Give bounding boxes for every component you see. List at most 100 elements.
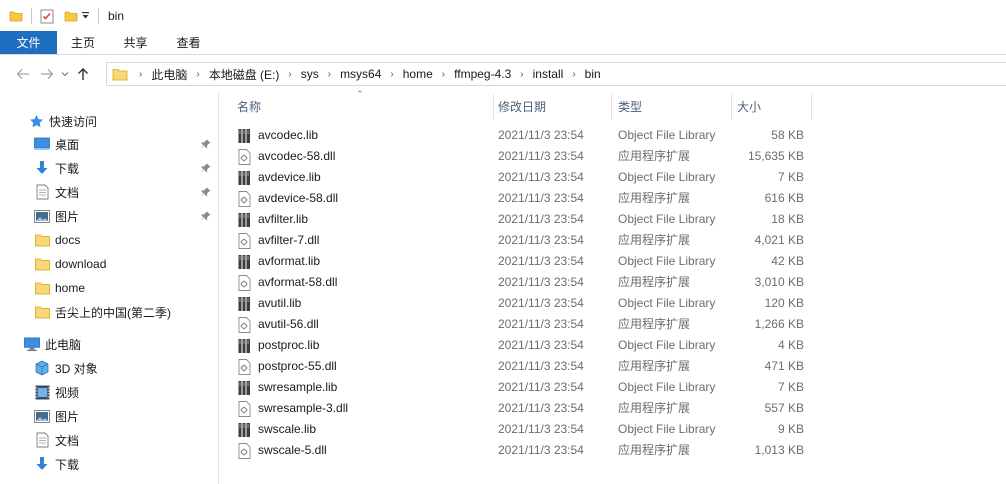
file-name-cell[interactable]: avutil-56.dll xyxy=(238,314,319,335)
file-name-cell[interactable]: avformat-58.dll xyxy=(238,272,337,293)
breadcrumb-ffmpeg[interactable]: ffmpeg-4.3 xyxy=(454,67,511,81)
file-row[interactable]: swscale-5.dll 2021/11/3 23:54 应用程序扩展 1,013 … xyxy=(222,440,1006,461)
address-bar[interactable]: › 此电脑 › 本地磁盘 (E:) › sys › msys64 › home › ffm… xyxy=(106,62,1006,86)
file-name-cell[interactable]: avcodec.lib xyxy=(238,125,318,146)
chevron-right-icon[interactable]: › xyxy=(196,69,199,80)
chevron-right-icon[interactable]: › xyxy=(139,69,142,80)
file-name-cell[interactable]: avformat.lib xyxy=(238,251,320,272)
sidebar-item-downloads[interactable]: 下载 xyxy=(34,157,79,179)
pin-icon[interactable] xyxy=(200,138,212,150)
sidebar-item-documents-pc[interactable]: 文档 xyxy=(34,429,79,451)
column-divider[interactable] xyxy=(811,94,812,120)
chevron-right-icon[interactable]: › xyxy=(572,69,575,80)
sidebar-item-docs[interactable]: docs xyxy=(34,229,80,251)
file-name: swresample.lib xyxy=(258,380,338,394)
file-size: 557 KB xyxy=(764,401,804,415)
tab-view[interactable]: 查看 xyxy=(162,31,215,54)
file-name-cell[interactable]: swscale.lib xyxy=(238,419,316,440)
file-row[interactable]: avcodec-58.dll 2021/11/3 23:54 应用程序扩展 15,63… xyxy=(222,146,1006,167)
sidebar-item-downloads-pc[interactable]: 下载 xyxy=(34,453,79,475)
column-divider[interactable] xyxy=(611,94,612,120)
chevron-right-icon[interactable]: › xyxy=(390,69,393,80)
sidebar-item-3d-objects[interactable]: 3D 对象 xyxy=(34,357,98,379)
breadcrumb-sys[interactable]: sys xyxy=(301,67,319,81)
up-button[interactable] xyxy=(71,62,95,86)
file-name-cell[interactable]: swscale-5.dll xyxy=(238,440,327,461)
library-file-icon xyxy=(238,170,252,186)
sidebar-item-pictures-pc[interactable]: 图片 xyxy=(34,405,79,427)
file-row[interactable]: avutil.lib 2021/11/3 23:54 Object File Lib… xyxy=(222,293,1006,314)
file-row[interactable]: avdevice.lib 2021/11/3 23:54 Object File L… xyxy=(222,167,1006,188)
file-row[interactable]: avfilter-7.dll 2021/11/3 23:54 应用程序扩展 4,021… xyxy=(222,230,1006,251)
file-name-cell[interactable]: postproc.lib xyxy=(238,335,319,356)
file-row[interactable]: avcodec.lib 2021/11/3 23:54 Object File Li… xyxy=(222,125,1006,146)
dll-file-icon xyxy=(238,148,252,165)
recent-locations-button[interactable] xyxy=(59,62,71,86)
column-header-type[interactable]: 类型 xyxy=(618,92,718,120)
sidebar-item-download[interactable]: download xyxy=(34,253,106,275)
breadcrumb-install[interactable]: install xyxy=(533,67,564,81)
file-name: swresample-3.dll xyxy=(258,401,349,415)
pin-icon[interactable] xyxy=(200,186,212,198)
file-name-cell[interactable]: avutil.lib xyxy=(238,293,301,314)
sidebar-item-tv-series-folder[interactable]: 舌尖上的中国(第二季) xyxy=(34,301,171,323)
file-name-cell[interactable]: swresample-3.dll xyxy=(238,398,348,419)
properties-icon[interactable] xyxy=(39,8,55,24)
breadcrumb-msys64[interactable]: msys64 xyxy=(340,67,381,81)
column-header-name[interactable]: 名称 xyxy=(237,92,492,120)
sidebar-item-label: 视频 xyxy=(55,385,80,400)
breadcrumb-drive-e[interactable]: 本地磁盘 (E:) xyxy=(209,66,280,83)
customize-toolbar-dropdown-icon[interactable] xyxy=(79,8,91,24)
pin-icon[interactable] xyxy=(200,162,212,174)
file-row[interactable]: postproc.lib 2021/11/3 23:54 Object File L… xyxy=(222,335,1006,356)
file-type: 应用程序扩展 xyxy=(618,191,691,205)
sidebar-item-pictures[interactable]: 图片 xyxy=(34,205,79,227)
pin-icon[interactable] xyxy=(200,210,212,222)
tab-file[interactable]: 文件 xyxy=(0,31,57,54)
column-header-date[interactable]: 修改日期 xyxy=(498,92,608,120)
file-name-cell[interactable]: avfilter.lib xyxy=(238,209,308,230)
chevron-right-icon[interactable]: › xyxy=(288,69,291,80)
file-name-cell[interactable]: avdevice-58.dll xyxy=(238,188,338,209)
sidebar-item-label: 快速访问 xyxy=(49,114,98,129)
file-name-cell[interactable]: avdevice.lib xyxy=(238,167,321,188)
file-modified-date: 2021/11/3 23:54 xyxy=(498,233,584,247)
sidebar-item-home[interactable]: home xyxy=(34,277,85,299)
file-name-cell[interactable]: avfilter-7.dll xyxy=(238,230,319,251)
forward-button[interactable] xyxy=(35,62,59,86)
back-button[interactable] xyxy=(11,62,35,86)
file-row[interactable]: avfilter.lib 2021/11/3 23:54 Object File L… xyxy=(222,209,1006,230)
chevron-right-icon[interactable]: › xyxy=(520,69,523,80)
file-type: Object File Library xyxy=(618,380,716,394)
breadcrumb-home[interactable]: home xyxy=(403,67,433,81)
chevron-right-icon[interactable]: › xyxy=(328,69,331,80)
new-folder-icon[interactable] xyxy=(63,8,79,24)
column-header-size[interactable]: 大小 xyxy=(737,92,807,120)
file-row[interactable]: swresample.lib 2021/11/3 23:54 Object File… xyxy=(222,377,1006,398)
file-row[interactable]: swresample-3.dll 2021/11/3 23:54 应用程序扩展 557… xyxy=(222,398,1006,419)
file-name-cell[interactable]: avcodec-58.dll xyxy=(238,146,335,167)
window-title: bin xyxy=(108,8,125,23)
tab-home[interactable]: 主页 xyxy=(57,31,109,54)
sidebar-item-quick-access[interactable]: 快速访问 xyxy=(28,110,97,132)
file-row[interactable]: avutil-56.dll 2021/11/3 23:54 应用程序扩展 1,266 … xyxy=(222,314,1006,335)
file-row[interactable]: avformat.lib 2021/11/3 23:54 Object File L… xyxy=(222,251,1006,272)
breadcrumb-this-pc[interactable]: 此电脑 xyxy=(151,66,187,83)
file-row[interactable]: avformat-58.dll 2021/11/3 23:54 应用程序扩展 3,01… xyxy=(222,272,1006,293)
sidebar-item-videos[interactable]: 视频 xyxy=(34,381,79,403)
sidebar-item-desktop[interactable]: 桌面 xyxy=(34,133,79,155)
file-row[interactable]: postproc-55.dll 2021/11/3 23:54 应用程序扩展 471 … xyxy=(222,356,1006,377)
file-name-cell[interactable]: swresample.lib xyxy=(238,377,337,398)
column-divider[interactable] xyxy=(493,94,494,120)
file-row[interactable]: swscale.lib 2021/11/3 23:54 Object File Li… xyxy=(222,419,1006,440)
chevron-right-icon[interactable]: › xyxy=(442,69,445,80)
file-name-cell[interactable]: postproc-55.dll xyxy=(238,356,337,377)
breadcrumb-bin[interactable]: bin xyxy=(585,67,601,81)
column-divider[interactable] xyxy=(731,94,732,120)
file-row[interactable]: avdevice-58.dll 2021/11/3 23:54 应用程序扩展 616 … xyxy=(222,188,1006,209)
file-type: Object File Library xyxy=(618,128,716,142)
sidebar-item-this-pc[interactable]: 此电脑 xyxy=(24,333,81,355)
tab-share[interactable]: 共享 xyxy=(109,31,162,54)
sidebar-item-documents[interactable]: 文档 xyxy=(34,181,79,203)
file-modified-date: 2021/11/3 23:54 xyxy=(498,128,584,142)
